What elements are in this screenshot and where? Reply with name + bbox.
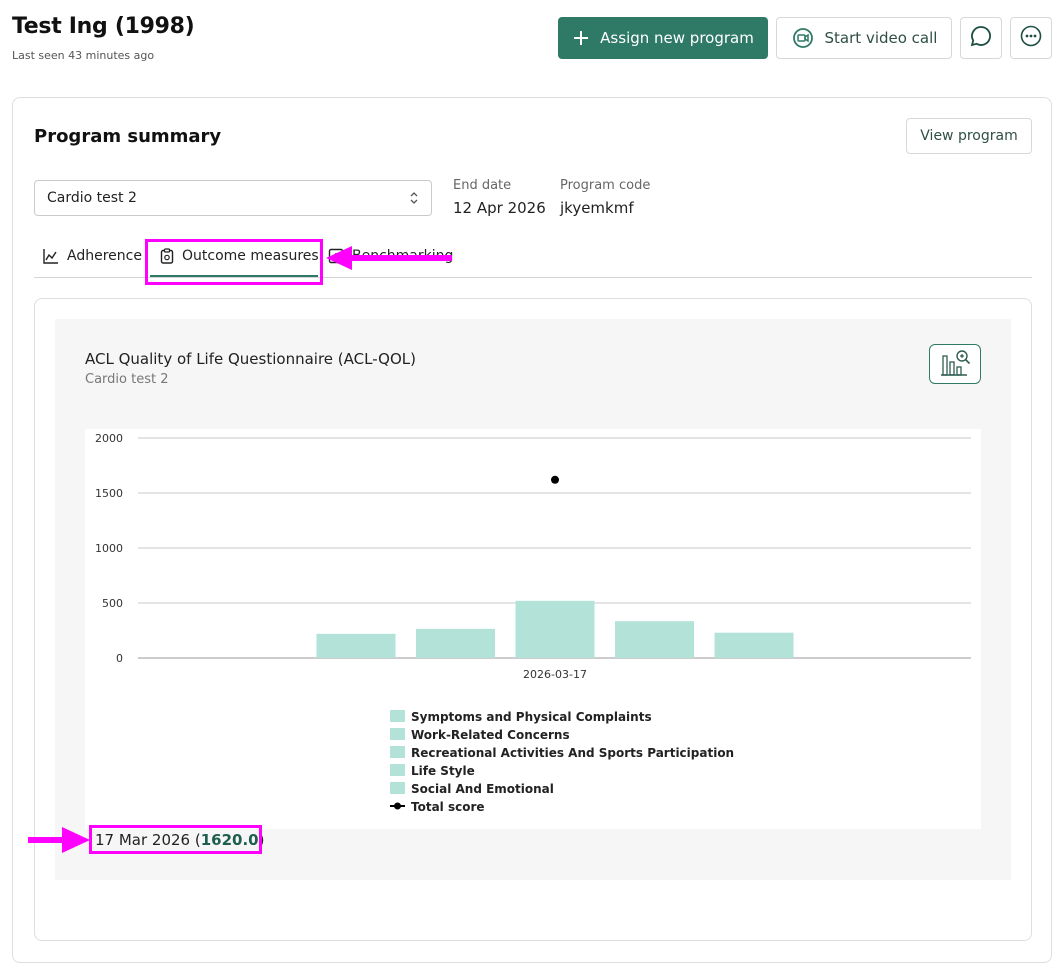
legend-label: Life Style: [411, 764, 475, 778]
legend-label: Work-Related Concerns: [411, 728, 570, 742]
start-video-call-label: Start video call: [824, 29, 938, 47]
bar: [316, 633, 396, 658]
end-date-block: End date 12 Apr 2026: [453, 178, 546, 217]
legend-label: Social And Emotional: [411, 782, 554, 796]
program-summary-title: Program summary: [34, 126, 222, 147]
assign-program-button[interactable]: Assign new program: [558, 17, 768, 59]
program-select-value: Cardio test 2: [47, 190, 137, 206]
program-code-value: jkyemkmf: [560, 199, 634, 217]
assign-program-label: Assign new program: [600, 29, 754, 47]
outcome-chart: 0 500 1000 1500 2000 2026-03-17 Symptoms and P…: [85, 429, 981, 829]
questionnaire-title: ACL Quality of Life Questionnaire (ACL-Q…: [85, 350, 416, 368]
chat-icon: [969, 24, 993, 52]
last-seen-text: Last seen 43 minutes ago: [12, 49, 155, 62]
questionnaire-subtitle: Cardio test 2: [85, 372, 169, 387]
legend-swatch: [390, 764, 405, 776]
chat-button[interactable]: [960, 17, 1002, 59]
outcome-tab-highlight: [145, 239, 323, 285]
bar: [714, 632, 794, 658]
patient-header: Test Ing (1998) Last seen 43 minutes ago: [12, 14, 195, 62]
view-program-button[interactable]: View program: [906, 118, 1032, 154]
legend-swatch: [390, 728, 405, 740]
chart-zoom-icon: [938, 347, 972, 381]
bar: [515, 600, 595, 658]
program-code-label: Program code: [560, 178, 651, 193]
more-icon: [1019, 24, 1043, 52]
video-call-icon: [791, 26, 815, 50]
tab-adherence-label: Adherence: [67, 248, 142, 264]
chart-zoom-button[interactable]: [929, 344, 981, 384]
y-tick-label: 1000: [95, 542, 123, 555]
legend-swatch: [390, 782, 405, 794]
start-video-call-button[interactable]: Start video call: [776, 17, 952, 59]
legend-swatch: [390, 710, 405, 722]
end-date-value: 12 Apr 2026: [453, 199, 546, 217]
patient-name: Test Ing (1998): [12, 14, 195, 39]
x-tick-label: 2026-03-17: [523, 668, 587, 681]
more-options-button[interactable]: [1010, 17, 1052, 59]
bar: [416, 628, 495, 658]
plus-icon: [572, 29, 590, 47]
view-program-label: View program: [920, 128, 1018, 144]
legend-label: Total score: [411, 800, 485, 814]
y-tick-label: 1500: [95, 487, 123, 500]
legend-point-marker: [394, 802, 401, 810]
arrow-to-score-icon: [28, 827, 90, 853]
y-tick-label: 0: [116, 652, 123, 665]
select-chevron-icon: [409, 190, 419, 210]
date-score-highlight: [89, 825, 262, 854]
end-date-label: End date: [453, 178, 512, 193]
outcome-chart-svg: 0 500 1000 1500 2000 2026-03-17 Symptoms and P…: [95, 432, 971, 814]
total-score-point: [551, 475, 559, 484]
arrow-to-outcome-tab-icon: [326, 246, 452, 270]
bar: [615, 621, 694, 658]
program-code-block: Program code jkyemkmf: [560, 178, 650, 217]
y-tick-label: 2000: [95, 432, 123, 445]
legend-label: Recreational Activities And Sports Parti…: [411, 746, 734, 760]
adherence-chart-icon: [43, 248, 59, 264]
legend-swatch: [390, 746, 405, 758]
program-select[interactable]: Cardio test 2: [34, 180, 432, 216]
y-tick-label: 500: [102, 597, 123, 610]
questionnaire-panel: ACL Quality of Life Questionnaire (ACL-Q…: [55, 319, 1011, 880]
tab-adherence[interactable]: Adherence: [43, 248, 142, 264]
legend-label: Symptoms and Physical Complaints: [411, 710, 652, 724]
